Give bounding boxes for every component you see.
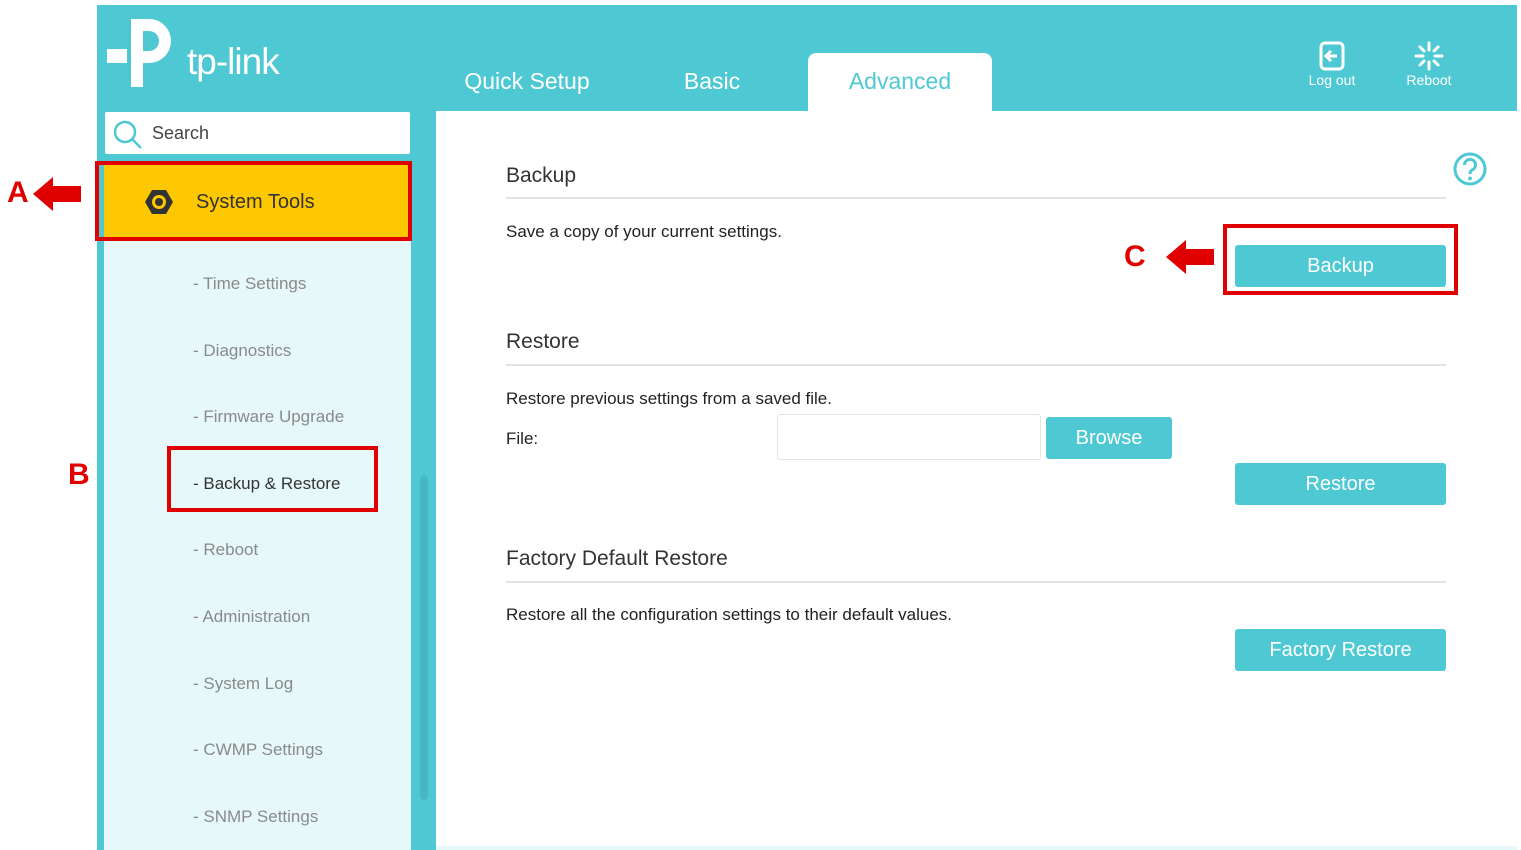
logout-label: Log out	[1308, 72, 1356, 88]
backup-title: Backup	[506, 164, 577, 187]
factory-title: Factory Default Restore	[506, 547, 728, 570]
tab-advanced[interactable]: Advanced	[808, 53, 992, 111]
sidebar-item-system-log[interactable]: - System Log	[193, 674, 293, 694]
tab-quick-setup[interactable]: Quick Setup	[442, 53, 612, 111]
annotation-label-c: C	[1124, 240, 1146, 273]
sidebar-item-diagnostics[interactable]: - Diagnostics	[193, 341, 291, 361]
main-panel: Backup Save a copy of your current setti…	[436, 111, 1517, 846]
reboot-label: Reboot	[1406, 72, 1452, 88]
tab-basic[interactable]: Basic	[637, 53, 787, 111]
restore-title: Restore	[506, 330, 580, 353]
help-icon[interactable]	[1452, 151, 1488, 187]
annotation-label-a: A	[7, 176, 29, 209]
sidebar-item-administration[interactable]: - Administration	[193, 607, 310, 627]
restore-button[interactable]: Restore	[1235, 463, 1446, 505]
restore-description: Restore previous settings from a saved f…	[506, 389, 832, 408]
sidebar-item-firmware-upgrade[interactable]: - Firmware Upgrade	[193, 407, 344, 427]
browse-button[interactable]: Browse	[1046, 417, 1172, 459]
factory-restore-button[interactable]: Factory Restore	[1235, 629, 1446, 671]
annotation-label-b: B	[68, 458, 90, 491]
annotation-arrow-a	[33, 177, 81, 211]
sidebar-scrollbar[interactable]	[420, 475, 428, 800]
file-path-field[interactable]	[777, 414, 1041, 460]
backup-description: Save a copy of your current settings.	[506, 222, 782, 241]
search-input[interactable]	[150, 119, 404, 147]
search-icon	[113, 120, 142, 149]
annotation-arrow-c	[1166, 240, 1214, 274]
reboot-button[interactable]: Reboot	[1394, 41, 1464, 88]
annotation-box-backup-restore	[167, 446, 378, 512]
search-box[interactable]	[105, 112, 410, 154]
sidebar-item-cwmp-settings[interactable]: - CWMP Settings	[193, 740, 323, 760]
annotation-box-backup-button	[1223, 224, 1458, 295]
divider	[506, 197, 1446, 199]
tp-link-logo-icon	[107, 19, 171, 87]
bottom-bar	[436, 846, 1517, 850]
logout-button[interactable]: Log out	[1297, 41, 1367, 88]
router-admin-app: tp-link Quick Setup Basic Advanced Log o…	[97, 5, 1517, 850]
sidebar-item-reboot[interactable]: - Reboot	[193, 540, 258, 560]
factory-description: Restore all the configuration settings t…	[506, 605, 953, 624]
logout-icon	[1319, 41, 1345, 71]
divider	[506, 364, 1446, 366]
brand-name: tp-link	[187, 41, 280, 82]
annotation-box-system-tools	[95, 161, 412, 241]
divider	[506, 581, 1446, 583]
sidebar-item-time-settings[interactable]: - Time Settings	[193, 274, 306, 294]
reboot-icon	[1414, 41, 1444, 71]
file-label: File:	[506, 429, 539, 448]
tp-link-logo: tp-link	[105, 13, 305, 93]
sidebar-item-snmp-settings[interactable]: - SNMP Settings	[193, 807, 318, 827]
